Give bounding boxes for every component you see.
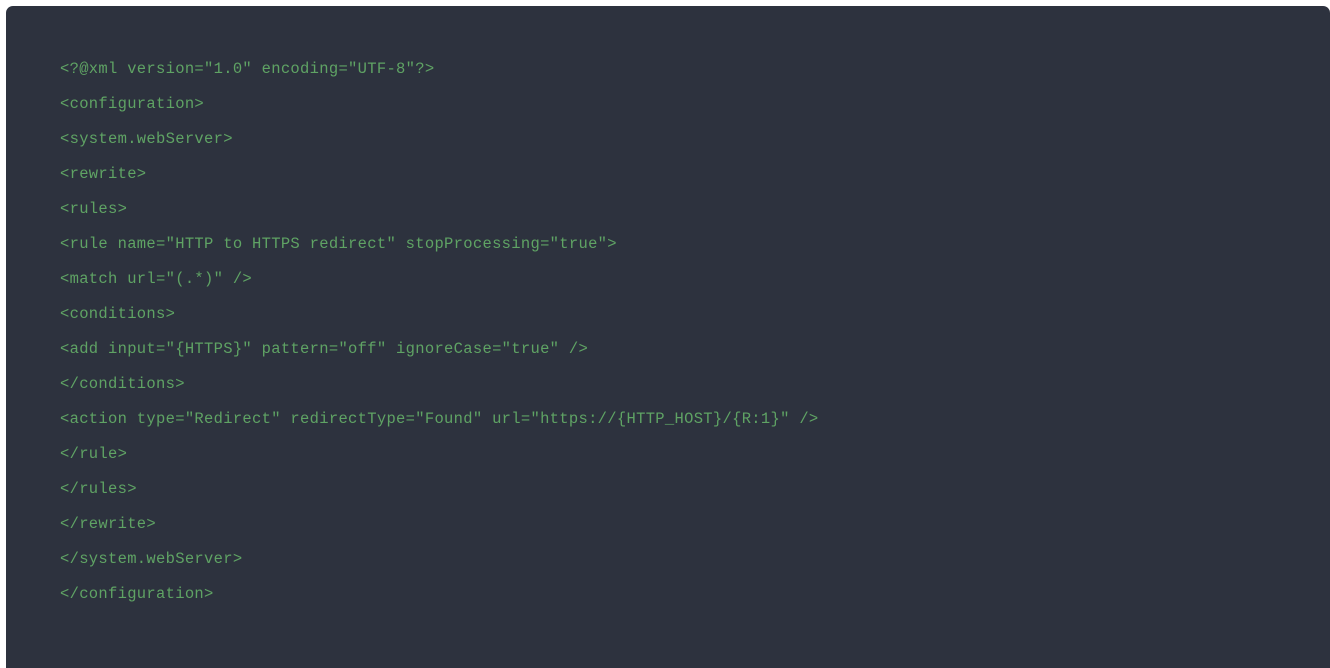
code-line: <system.webServer> xyxy=(60,130,233,148)
code-line: <match url="(.*)" /> xyxy=(60,270,253,288)
code-line: </rule> xyxy=(60,445,128,463)
code-line: <configuration> xyxy=(60,95,205,113)
code-line-list: <?@xml version="1.0" encoding="UTF-8"?> <… xyxy=(6,6,1330,612)
code-line: </conditions> xyxy=(60,375,185,393)
code-line: </configuration> xyxy=(60,585,214,603)
code-block: <?@xml version="1.0" encoding="UTF-8"?> <… xyxy=(6,6,1330,668)
code-line: <rule name="HTTP to HTTPS redirect" stop… xyxy=(60,235,617,253)
code-line: </system.webServer> xyxy=(60,550,243,568)
code-line: <action type="Redirect" redirectType="Fo… xyxy=(60,410,819,428)
code-line: <rewrite> xyxy=(60,165,147,183)
code-line: <conditions> xyxy=(60,305,176,323)
code-scroll-area[interactable]: <?@xml version="1.0" encoding="UTF-8"?> <… xyxy=(6,6,1330,668)
code-line: <add input="{HTTPS}" pattern="off" ignor… xyxy=(60,340,589,358)
code-line: </rules> xyxy=(60,480,137,498)
code-line: <?@xml version="1.0" encoding="UTF-8"?> xyxy=(60,60,435,78)
code-line: <rules> xyxy=(60,200,128,218)
code-line: </rewrite> xyxy=(60,515,157,533)
